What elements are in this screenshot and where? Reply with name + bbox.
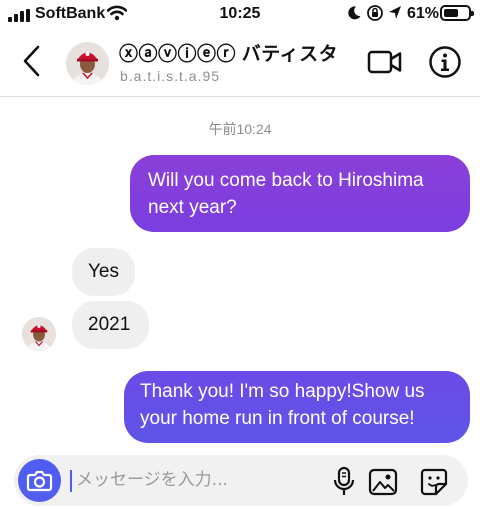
contact-name[interactable]: ⓧⓐⓥⓘⓔⓡ バティスタ bbox=[119, 39, 338, 66]
video-call-icon[interactable] bbox=[367, 47, 403, 77]
message-composer bbox=[14, 455, 468, 506]
contact-username: b.a.t.i.s.t.a.95 bbox=[120, 68, 221, 84]
incoming-message[interactable]: Yes bbox=[72, 248, 135, 296]
sticker-icon[interactable] bbox=[419, 467, 449, 497]
avatar[interactable] bbox=[66, 42, 109, 85]
camera-button[interactable] bbox=[18, 459, 61, 502]
message-input[interactable] bbox=[76, 467, 316, 493]
chevron-left-icon[interactable] bbox=[17, 44, 47, 78]
status-bar: SoftBank 10:25 61% bbox=[0, 0, 480, 30]
text-cursor bbox=[70, 470, 72, 492]
chat-header: ⓧⓐⓥⓘⓔⓡ バティスタ b.a.t.i.s.t.a.95 bbox=[0, 30, 480, 97]
outgoing-message[interactable]: Will you come back to Hiroshima next yea… bbox=[130, 155, 470, 232]
camera-icon bbox=[26, 470, 53, 492]
outgoing-message[interactable]: Thank you! I'm so happy!Show us your hom… bbox=[124, 371, 470, 443]
microphone-icon[interactable] bbox=[331, 466, 357, 498]
location-icon bbox=[389, 6, 401, 19]
sender-avatar[interactable] bbox=[22, 317, 56, 351]
battery-icon bbox=[440, 5, 474, 21]
incoming-message[interactable]: 2021 bbox=[72, 301, 149, 349]
moon-icon bbox=[348, 6, 361, 20]
orientation-lock-icon bbox=[367, 5, 383, 21]
gallery-icon[interactable] bbox=[368, 467, 398, 497]
message-timestamp: 午前10:24 bbox=[208, 121, 272, 137]
info-icon[interactable] bbox=[428, 45, 462, 79]
battery-percent: 61% bbox=[407, 5, 440, 22]
